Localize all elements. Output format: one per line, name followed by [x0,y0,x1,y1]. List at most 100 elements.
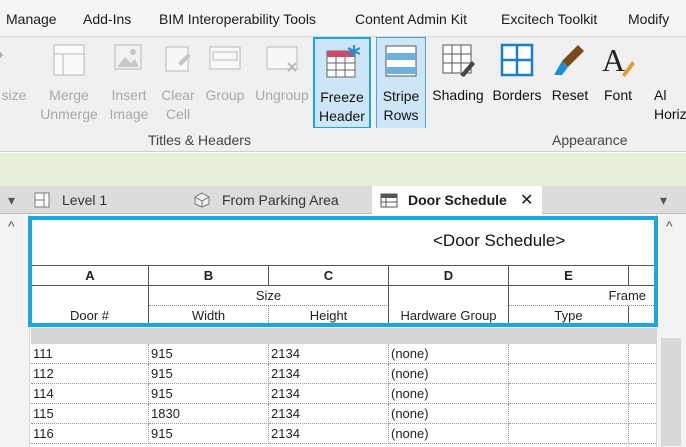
table-row[interactable]: 115 1830 2134 (none) [31,404,656,424]
column-letter-e[interactable]: E [509,265,629,286]
menu-tab-excitech-toolkit[interactable]: Excitech Toolkit [501,11,597,27]
header-door-number[interactable]: Door # [31,306,149,325]
column-letter-b[interactable]: B [149,265,269,286]
cell-width[interactable]: 915 [149,384,269,404]
ungroup-icon [266,46,298,72]
header-hardware-group[interactable]: Hardware Group [389,306,509,325]
cell-door-number[interactable]: 111 [31,344,149,364]
scroll-up-icon[interactable]: ^ [666,218,673,234]
resize-button[interactable]: size [0,37,28,129]
ungroup-button[interactable]: Ungroup [250,37,314,129]
cell-height[interactable]: 2134 [269,404,389,424]
cell-height[interactable]: 2134 [269,424,389,444]
menu-tab-add-ins[interactable]: Add-Ins [83,11,131,27]
table-row[interactable]: 111 915 2134 (none) [31,344,656,364]
cell-hardware-group[interactable]: (none) [389,424,509,444]
shading-label: Shading [432,87,484,103]
align-horizontal-label: Al Horiz [654,87,686,122]
header-group-frame[interactable]: Frame [509,286,656,306]
cell-extra[interactable] [629,384,656,404]
cell-extra[interactable] [629,404,656,424]
cell-type[interactable] [509,404,629,424]
menu-tab-modify[interactable]: Modify [628,11,669,27]
insert-image-button[interactable]: Insert Image [104,37,154,129]
font-button[interactable]: A Font [594,37,642,129]
reset-label: Reset [551,87,589,103]
ribbon-panel-labels: Titles & Headers Appearance [0,128,686,152]
column-letter-d[interactable]: D [389,265,509,286]
cell-door-number[interactable]: 116 [31,424,149,444]
cell-extra[interactable] [629,424,656,444]
freeze-header-icon [326,45,360,78]
cell-height[interactable]: 2134 [269,364,389,384]
tab-door-schedule[interactable]: Door Schedule ✕ [372,186,542,214]
cell-extra[interactable] [629,364,656,384]
font-label: Font [603,87,632,103]
borders-button[interactable]: Borders [488,37,546,129]
tab-from-parking-area[interactable]: From Parking Area [186,186,372,214]
vertical-scrollbar[interactable]: ^ [656,214,686,447]
stripe-rows-icon [385,45,417,77]
cell-type[interactable] [509,384,629,404]
cell-type[interactable] [509,344,629,364]
shading-button[interactable]: Shading [430,37,486,129]
cell-height[interactable]: 2134 [269,344,389,364]
clear-cell-label: Clear Cell [161,87,195,122]
column-letter-c[interactable]: C [269,265,389,286]
cell-type[interactable] [509,424,629,444]
ribbon: size Merge Unmerge Insert Image Clear Ce… [0,36,686,129]
ungroup-label: Ungroup [255,87,309,103]
menu-tab-content-admin-kit[interactable]: Content Admin Kit [355,11,467,27]
scrollbar-thumb[interactable] [661,338,681,446]
collapse-chevron-icon[interactable]: ^ [8,218,15,234]
cell-door-number[interactable]: 114 [31,384,149,404]
menu-bar: Manage Add-Ins BIM Interoperability Tool… [0,0,686,36]
cell-height[interactable]: 2134 [269,384,389,404]
align-horizontal-button[interactable]: Al Horiz [650,37,686,129]
tab-menu-icon[interactable]: ▾ [8,192,15,209]
menu-tab-manage[interactable]: Manage [6,11,57,27]
panel-appearance[interactable]: Appearance [552,132,628,148]
column-letter-f[interactable] [629,265,656,286]
clear-cell-button[interactable]: Clear Cell [156,37,200,129]
header-height[interactable]: Height [269,306,389,325]
close-tab-icon[interactable]: ✕ [520,190,533,210]
cell-hardware-group[interactable]: (none) [389,364,509,384]
cell-door-number[interactable]: 112 [31,364,149,384]
table-row[interactable]: 114 915 2134 (none) [31,384,656,404]
group-label: Group [205,87,245,103]
header-width[interactable]: Width [149,306,269,325]
freeze-header-button[interactable]: Freeze Header [313,37,371,129]
shading-icon [442,44,475,77]
borders-label: Borders [492,87,542,103]
cell-width[interactable]: 915 [149,424,269,444]
cell-extra[interactable] [629,344,656,364]
header-group-size[interactable]: Size [149,286,389,306]
merge-icon [53,44,85,76]
cell-door-number[interactable]: 115 [31,404,149,424]
table-row[interactable]: 116 915 2134 (none) [31,424,656,444]
schedule-title[interactable]: <Door Schedule> [433,231,565,251]
cell-width[interactable]: 915 [149,364,269,384]
table-row[interactable]: 112 915 2134 (none) [31,364,656,384]
merge-unmerge-button[interactable]: Merge Unmerge [36,37,102,129]
tab-level-1-label: Level 1 [62,192,108,208]
cell-hardware-group[interactable]: (none) [389,404,509,424]
cell-hardware-group[interactable]: (none) [389,344,509,364]
tab-level-1[interactable]: Level 1 [28,186,178,214]
column-letter-a[interactable]: A [31,265,149,286]
stripe-rows-button[interactable]: Stripe Rows [376,37,426,129]
schedule-icon [380,193,398,208]
cell-width[interactable]: 915 [149,344,269,364]
group-button[interactable]: Group [202,37,248,129]
tab-overflow-icon[interactable]: ▾ [660,192,667,209]
reset-button[interactable]: Reset [548,37,592,129]
merge-label: Merge Unmerge [40,87,98,122]
svg-text:A: A [602,42,625,78]
panel-titles-headers[interactable]: Titles & Headers [148,132,251,148]
cell-width[interactable]: 1830 [149,404,269,424]
menu-tab-bim-interoperability[interactable]: BIM Interoperability Tools [159,11,316,27]
cell-type[interactable] [509,364,629,384]
header-type[interactable]: Type [509,306,629,325]
cell-hardware-group[interactable]: (none) [389,384,509,404]
